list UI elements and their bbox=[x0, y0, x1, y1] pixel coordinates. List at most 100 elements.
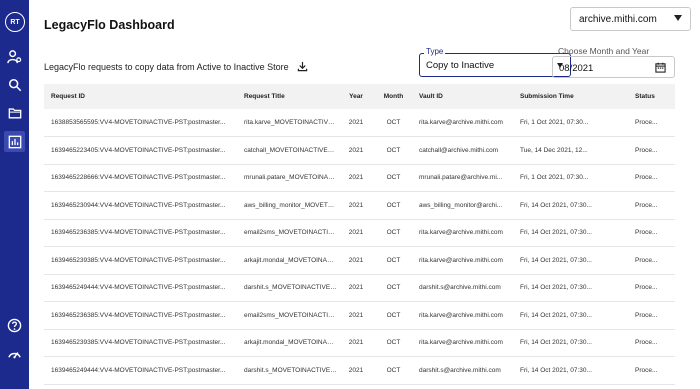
table-row[interactable]: 1639465249444:VV4-MOVETOINACTIVE-PST:pos… bbox=[44, 274, 675, 302]
column-header-vault-id[interactable]: Vault ID bbox=[412, 84, 510, 109]
year-cell: 2021 bbox=[348, 229, 364, 237]
vault-id-cell: aws_billing_monitor@archi... bbox=[419, 201, 503, 209]
type-select[interactable]: Type Copy to Inactive bbox=[419, 47, 571, 77]
table-row[interactable]: 1639465236385:VV4-MOVETOINACTIVE-PST:pos… bbox=[44, 302, 675, 329]
month-cell: OCT bbox=[386, 229, 401, 237]
request-id-cell: 1639465230944:VV4-MOVETOINACTIVE-PST:pos… bbox=[51, 201, 226, 209]
year-cell: 2021 bbox=[348, 366, 364, 374]
search-icon bbox=[8, 78, 21, 91]
vault-id-cell: mrunali.patare@archive.mi... bbox=[419, 174, 503, 182]
calendar-icon[interactable] bbox=[655, 62, 666, 73]
year-cell: 2021 bbox=[348, 284, 364, 292]
column-header-request-title[interactable]: Request Title bbox=[237, 84, 337, 109]
sidebar-item-user-settings[interactable] bbox=[4, 46, 25, 67]
year-cell: 2021 bbox=[348, 119, 364, 126]
sidebar-item-folder[interactable] bbox=[4, 102, 25, 123]
vault-id-cell: rita.karve@archive.mithi.com bbox=[419, 311, 503, 319]
table-row[interactable]: 1639465236385:VV4-MOVETOINACTIVE-PST:pos… bbox=[44, 219, 675, 247]
column-header-year[interactable]: Year bbox=[337, 84, 375, 109]
subtitle-row: LegacyFlo requests to copy data from Act… bbox=[44, 61, 308, 72]
folder-icon bbox=[8, 107, 21, 118]
sidebar-item-help[interactable] bbox=[4, 315, 25, 336]
page-title: LegacyFlo Dashboard bbox=[44, 18, 175, 32]
month-cell: OCT bbox=[386, 339, 401, 347]
main-content: LegacyFlo Dashboard archive.mithi.com Le… bbox=[29, 0, 700, 389]
month-cell: OCT bbox=[386, 119, 401, 126]
month-cell: OCT bbox=[386, 201, 401, 209]
type-value: Copy to Inactive bbox=[426, 60, 495, 71]
account-select-value: archive.mithi.com bbox=[579, 13, 657, 25]
request-id-cell: 1638853565595:VV4-MOVETOINACTIVE-PST:pos… bbox=[51, 119, 226, 126]
dashboard-chart-icon bbox=[8, 135, 21, 148]
request-id-cell: 1639465236385:VV4-MOVETOINACTIVE-PST:pos… bbox=[51, 229, 226, 237]
request-title-cell: mrunali.patare_MOVETOINACTIVE_PST_OC... bbox=[244, 174, 337, 182]
submission-time-cell: Fri, 14 Oct 2021, 07:30... bbox=[520, 339, 592, 347]
subtitle: LegacyFlo requests to copy data from Act… bbox=[44, 61, 289, 72]
status-cell: Proce... bbox=[635, 339, 658, 347]
vault-id-cell: rita.karve@archive.mithi.com bbox=[419, 119, 503, 126]
status-cell: Proce... bbox=[635, 229, 658, 237]
year-cell: 2021 bbox=[348, 256, 364, 264]
column-header-submission-time[interactable]: Submission Time bbox=[510, 84, 613, 109]
column-header-month[interactable]: Month bbox=[375, 84, 412, 109]
status-cell: Proce... bbox=[635, 256, 658, 264]
table-row[interactable]: 1639465230944:VV4-MOVETOINACTIVE-PST:pos… bbox=[44, 192, 675, 219]
sidebar: RT bbox=[0, 0, 29, 389]
table-row[interactable]: 1639465239385:VV4-MOVETOINACTIVE-PST:pos… bbox=[44, 329, 675, 357]
request-title-cell: aws_billing_monitor_MOVETOINACTIVE_PS... bbox=[244, 201, 337, 209]
request-id-cell: 1639465249444:VV4-MOVETOINACTIVE-PST:pos… bbox=[51, 366, 226, 374]
request-title-cell: catchall_MOVETOINACTIVE_PST_OCT_2021 bbox=[244, 146, 337, 154]
request-title-cell: email2sms_MOVETOINACTIVE_PST_OCT_2... bbox=[244, 229, 337, 237]
account-select[interactable]: archive.mithi.com bbox=[570, 7, 691, 31]
submission-time-cell: Fri, 14 Oct 2021, 07:30... bbox=[520, 311, 592, 319]
request-id-cell: 1639465236385:VV4-MOVETOINACTIVE-PST:pos… bbox=[51, 311, 226, 319]
vault-id-cell: rita.karve@archive.mithi.com bbox=[419, 339, 503, 347]
request-title-cell: darshit.s_MOVETOINACTIVE_PST_OCT_2021 bbox=[244, 366, 337, 374]
year-cell: 2021 bbox=[348, 339, 364, 347]
vault-id-cell: darshit.s@archive.mithi.com bbox=[419, 284, 501, 292]
month-year-field[interactable]: 08/2021 bbox=[552, 56, 675, 78]
year-cell: 2021 bbox=[348, 311, 364, 319]
status-cell: Proce... bbox=[635, 174, 658, 182]
status-cell: Proce... bbox=[635, 119, 658, 126]
request-title-cell: arkajit.mondal_MOVETOINACTIVE_PST_OC... bbox=[244, 339, 337, 347]
vault-id-cell: catchall@archive.mithi.com bbox=[419, 146, 499, 154]
help-icon bbox=[7, 318, 22, 333]
request-id-cell: 1639465228666:VV4-MOVETOINACTIVE-PST:pos… bbox=[51, 174, 226, 182]
table-row[interactable]: 1639465249444:VV4-MOVETOINACTIVE-PST:pos… bbox=[44, 357, 675, 384]
table-row[interactable]: 1639465228666:VV4-MOVETOINACTIVE-PST:pos… bbox=[44, 164, 675, 192]
request-title-cell: email2sms_MOVETOINACTIVE_PST_OCT_2... bbox=[244, 311, 337, 319]
submission-time-cell: Tue, 14 Dec 2021, 12... bbox=[520, 146, 588, 154]
gauge-icon bbox=[8, 352, 21, 359]
sidebar-item-search[interactable] bbox=[4, 74, 25, 95]
month-cell: OCT bbox=[386, 174, 401, 182]
column-header-request-id[interactable]: Request ID bbox=[44, 84, 237, 109]
table-row[interactable]: 1639465223405:VV4-MOVETOINACTIVE-PST:pos… bbox=[44, 137, 675, 164]
download-icon[interactable] bbox=[297, 61, 308, 72]
submission-time-cell: Fri, 14 Oct 2021, 07:30... bbox=[520, 256, 592, 264]
month-cell: OCT bbox=[386, 311, 401, 319]
table-row[interactable]: 1639465239385:VV4-MOVETOINACTIVE-PST:pos… bbox=[44, 247, 675, 274]
submission-time-cell: Fri, 14 Oct 2021, 07:30... bbox=[520, 229, 592, 237]
year-cell: 2021 bbox=[348, 201, 364, 209]
status-cell: Proce... bbox=[635, 311, 658, 319]
submission-time-cell: Fri, 1 Oct 2021, 07:30... bbox=[520, 174, 589, 182]
table-row[interactable]: 1638853565595:VV4-MOVETOINACTIVE-PST:pos… bbox=[44, 109, 675, 137]
vault-id-cell: rita.karve@archive.mithi.com bbox=[419, 256, 503, 264]
column-header-status[interactable]: Status bbox=[613, 84, 675, 109]
month-cell: OCT bbox=[386, 256, 401, 264]
sidebar-item-dashboard[interactable] bbox=[4, 131, 25, 152]
month-cell: OCT bbox=[386, 366, 401, 374]
status-cell: Proce... bbox=[635, 146, 658, 154]
table-header-row: Request ID Request Title Year Month Vaul… bbox=[44, 84, 675, 109]
request-id-cell: 1639465239385:VV4-MOVETOINACTIVE-PST:pos… bbox=[51, 339, 226, 347]
month-cell: OCT bbox=[386, 284, 401, 292]
status-cell: Proce... bbox=[635, 284, 658, 292]
requests-table: Request ID Request Title Year Month Vaul… bbox=[44, 84, 675, 385]
type-label: Type bbox=[424, 47, 446, 56]
sidebar-item-gauge[interactable] bbox=[4, 343, 25, 364]
request-id-cell: 1639465239385:VV4-MOVETOINACTIVE-PST:pos… bbox=[51, 256, 226, 264]
user-settings-icon bbox=[7, 50, 22, 64]
status-cell: Proce... bbox=[635, 201, 658, 209]
avatar[interactable]: RT bbox=[5, 12, 25, 32]
